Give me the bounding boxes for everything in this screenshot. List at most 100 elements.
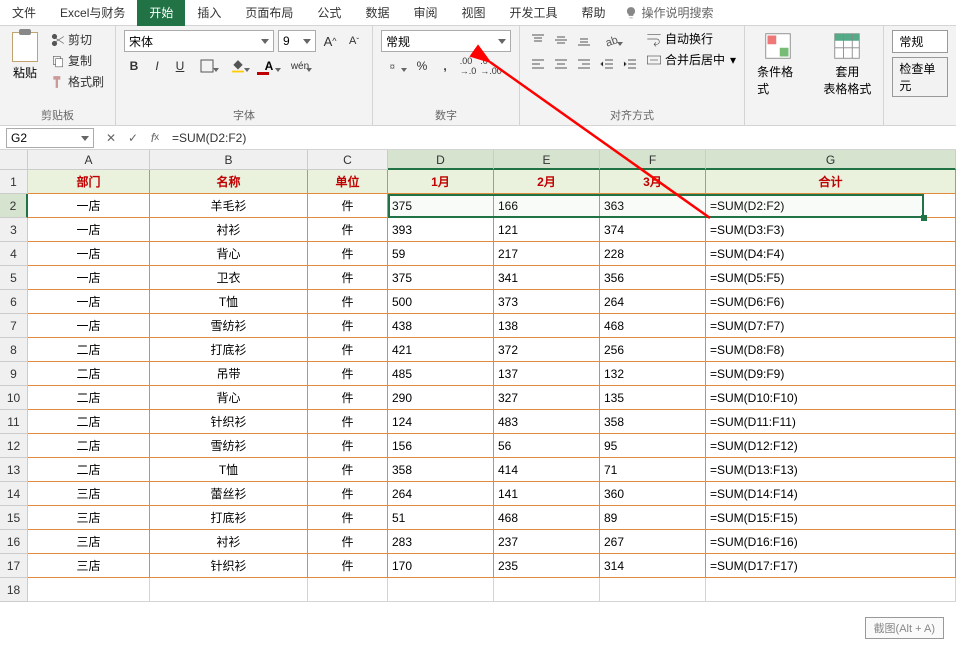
wrap-text-button[interactable]: 自动换行 bbox=[646, 30, 736, 47]
increase-font-button[interactable]: A^ bbox=[320, 31, 340, 51]
menu-formula[interactable]: 公式 bbox=[305, 0, 353, 26]
bold-button[interactable]: B bbox=[124, 56, 144, 76]
menu-layout[interactable]: 页面布局 bbox=[233, 0, 305, 26]
cell-A15[interactable]: 三店 bbox=[28, 506, 150, 530]
cell-G5[interactable]: =SUM(D5:F5) bbox=[706, 266, 956, 290]
cell-D10[interactable]: 290 bbox=[388, 386, 494, 410]
cell-B6[interactable]: T恤 bbox=[150, 290, 308, 314]
row-header-6[interactable]: 6 bbox=[0, 290, 28, 314]
align-left-button[interactable] bbox=[528, 54, 548, 74]
cell-G18[interactable] bbox=[706, 578, 956, 602]
cell-A1[interactable]: 部门 bbox=[28, 170, 150, 194]
cell-B8[interactable]: 打底衫 bbox=[150, 338, 308, 362]
cell-E11[interactable]: 483 bbox=[494, 410, 600, 434]
cell-C13[interactable]: 件 bbox=[308, 458, 388, 482]
cell-E5[interactable]: 341 bbox=[494, 266, 600, 290]
cell-A18[interactable] bbox=[28, 578, 150, 602]
row-header-11[interactable]: 11 bbox=[0, 410, 28, 434]
row-header-10[interactable]: 10 bbox=[0, 386, 28, 410]
menu-file[interactable]: 文件 bbox=[0, 0, 48, 26]
cell-G9[interactable]: =SUM(D9:F9) bbox=[706, 362, 956, 386]
comma-button[interactable]: , bbox=[435, 56, 455, 76]
col-header-G[interactable]: G bbox=[706, 150, 956, 170]
merge-center-button[interactable]: 合并后居中▾ bbox=[646, 51, 736, 68]
row-header-15[interactable]: 15 bbox=[0, 506, 28, 530]
row-header-4[interactable]: 4 bbox=[0, 242, 28, 266]
font-name-select[interactable]: 宋体 bbox=[124, 30, 274, 52]
cell-C11[interactable]: 件 bbox=[308, 410, 388, 434]
increase-indent-button[interactable] bbox=[620, 54, 640, 74]
row-header-12[interactable]: 12 bbox=[0, 434, 28, 458]
cell-G17[interactable]: =SUM(D17:F17) bbox=[706, 554, 956, 578]
name-box[interactable]: G2 bbox=[6, 128, 94, 148]
cell-D12[interactable]: 156 bbox=[388, 434, 494, 458]
row-header-2[interactable]: 2 bbox=[0, 194, 28, 218]
cell-C1[interactable]: 单位 bbox=[308, 170, 388, 194]
cell-B16[interactable]: 衬衫 bbox=[150, 530, 308, 554]
font-color-button[interactable]: A bbox=[255, 56, 283, 76]
cell-A2[interactable]: 一店 bbox=[28, 194, 150, 218]
cell-D9[interactable]: 485 bbox=[388, 362, 494, 386]
row-header-18[interactable]: 18 bbox=[0, 578, 28, 602]
cell-G2[interactable]: =SUM(D2:F2) bbox=[706, 194, 956, 218]
cell-G14[interactable]: =SUM(D14:F14) bbox=[706, 482, 956, 506]
cell-E7[interactable]: 138 bbox=[494, 314, 600, 338]
menu-review[interactable]: 审阅 bbox=[401, 0, 449, 26]
cell-B9[interactable]: 吊带 bbox=[150, 362, 308, 386]
cell-F14[interactable]: 360 bbox=[600, 482, 706, 506]
cell-G15[interactable]: =SUM(D15:F15) bbox=[706, 506, 956, 530]
format-painter-button[interactable]: 格式刷 bbox=[48, 72, 107, 91]
fill-color-button[interactable] bbox=[224, 56, 252, 76]
tell-me[interactable]: 操作说明搜索 bbox=[624, 4, 714, 21]
cell-B17[interactable]: 针织衫 bbox=[150, 554, 308, 578]
menu-view[interactable]: 视图 bbox=[449, 0, 497, 26]
cell-A3[interactable]: 一店 bbox=[28, 218, 150, 242]
cell-E18[interactable] bbox=[494, 578, 600, 602]
cell-E15[interactable]: 468 bbox=[494, 506, 600, 530]
row-header-3[interactable]: 3 bbox=[0, 218, 28, 242]
cell-F1[interactable]: 3月 bbox=[600, 170, 706, 194]
decrease-decimal-button[interactable]: .0→.00 bbox=[481, 56, 501, 76]
cell-E9[interactable]: 137 bbox=[494, 362, 600, 386]
cell-E8[interactable]: 372 bbox=[494, 338, 600, 362]
cell-E14[interactable]: 141 bbox=[494, 482, 600, 506]
cell-E12[interactable]: 56 bbox=[494, 434, 600, 458]
number-format-select[interactable]: 常规 bbox=[381, 30, 511, 52]
cell-A17[interactable]: 三店 bbox=[28, 554, 150, 578]
cell-style-check[interactable]: 检查单元 bbox=[892, 57, 948, 97]
menu-help[interactable]: 帮助 bbox=[570, 0, 618, 26]
cell-A10[interactable]: 二店 bbox=[28, 386, 150, 410]
cell-E10[interactable]: 327 bbox=[494, 386, 600, 410]
fx-button[interactable]: fx bbox=[144, 128, 166, 148]
percent-button[interactable]: % bbox=[412, 56, 432, 76]
row-header-17[interactable]: 17 bbox=[0, 554, 28, 578]
cell-C17[interactable]: 件 bbox=[308, 554, 388, 578]
phonetic-button[interactable]: wén bbox=[286, 56, 314, 76]
decrease-indent-button[interactable] bbox=[597, 54, 617, 74]
cancel-formula-button[interactable]: ✕ bbox=[100, 128, 122, 148]
cell-C16[interactable]: 件 bbox=[308, 530, 388, 554]
cell-F7[interactable]: 468 bbox=[600, 314, 706, 338]
cell-D6[interactable]: 500 bbox=[388, 290, 494, 314]
cell-C12[interactable]: 件 bbox=[308, 434, 388, 458]
cell-G11[interactable]: =SUM(D11:F11) bbox=[706, 410, 956, 434]
cell-E1[interactable]: 2月 bbox=[494, 170, 600, 194]
cell-B12[interactable]: 雪纺衫 bbox=[150, 434, 308, 458]
cell-F11[interactable]: 358 bbox=[600, 410, 706, 434]
cell-B2[interactable]: 羊毛衫 bbox=[150, 194, 308, 218]
cell-C9[interactable]: 件 bbox=[308, 362, 388, 386]
align-bottom-button[interactable] bbox=[574, 30, 594, 50]
cell-F8[interactable]: 256 bbox=[600, 338, 706, 362]
cell-F15[interactable]: 89 bbox=[600, 506, 706, 530]
menu-home[interactable]: 开始 bbox=[137, 0, 185, 26]
menu-data[interactable]: 数据 bbox=[353, 0, 401, 26]
cell-A5[interactable]: 一店 bbox=[28, 266, 150, 290]
cell-D3[interactable]: 393 bbox=[388, 218, 494, 242]
cell-D4[interactable]: 59 bbox=[388, 242, 494, 266]
cell-F17[interactable]: 314 bbox=[600, 554, 706, 578]
italic-button[interactable]: I bbox=[147, 56, 167, 76]
cell-A13[interactable]: 二店 bbox=[28, 458, 150, 482]
cell-D18[interactable] bbox=[388, 578, 494, 602]
cell-E6[interactable]: 373 bbox=[494, 290, 600, 314]
border-button[interactable] bbox=[193, 56, 221, 76]
